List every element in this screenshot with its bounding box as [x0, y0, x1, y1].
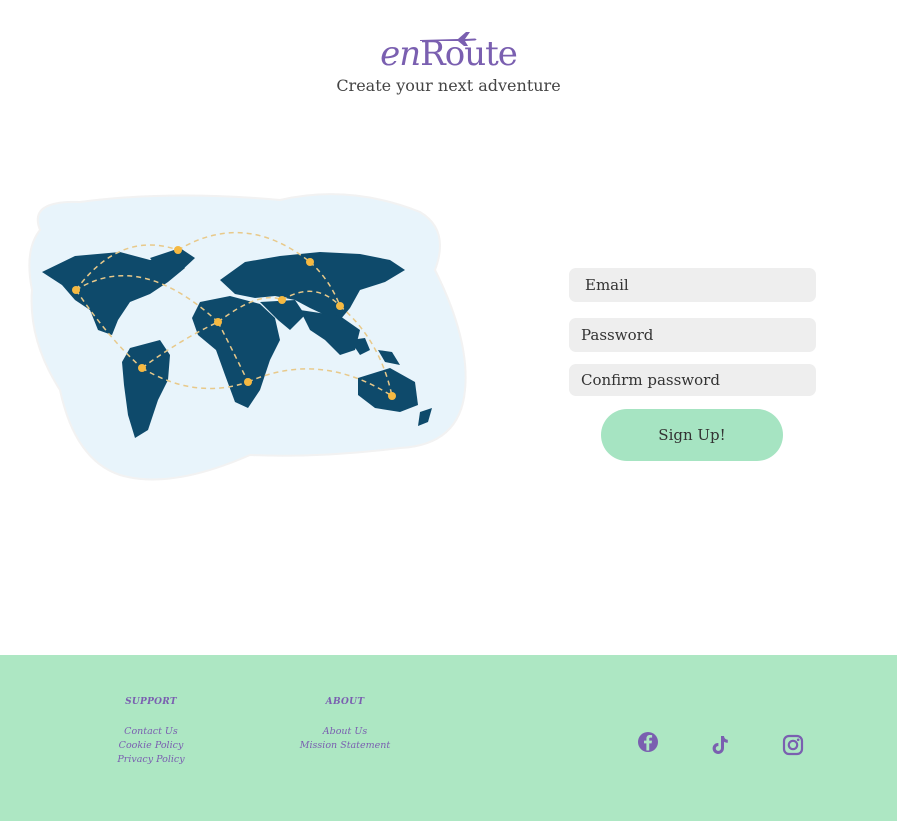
footer-about-heading: ABOUT [325, 697, 365, 707]
logo-prefix: en [380, 34, 421, 74]
instagram-icon[interactable] [781, 733, 805, 757]
mission-statement-link[interactable]: Mission Statement [255, 739, 435, 753]
confirm-password-field[interactable] [569, 364, 816, 396]
footer: SUPPORT Contact Us Cookie Policy Privacy… [0, 655, 897, 821]
airplane-icon [420, 32, 477, 46]
world-map-illustration [28, 193, 467, 481]
email-field[interactable] [569, 268, 816, 302]
logo-wordmark: enRoute [380, 32, 518, 74]
facebook-icon[interactable] [636, 730, 660, 754]
about-us-link[interactable]: About Us [255, 725, 435, 739]
contact-us-link[interactable]: Contact Us [61, 725, 241, 739]
privacy-policy-link[interactable]: Privacy Policy [61, 753, 241, 767]
tagline: Create your next adventure [336, 76, 561, 95]
tiktok-icon[interactable] [708, 733, 732, 757]
footer-support-heading: SUPPORT [125, 697, 177, 707]
footer-about-column: ABOUT About Us Mission Statement [255, 697, 435, 753]
sign-up-button[interactable]: Sign Up! [601, 409, 783, 461]
cookie-policy-link[interactable]: Cookie Policy [61, 739, 241, 753]
footer-support-column: SUPPORT Contact Us Cookie Policy Privacy… [61, 697, 241, 767]
password-field[interactable] [569, 318, 816, 352]
logo[interactable]: enRoute [0, 32, 897, 74]
